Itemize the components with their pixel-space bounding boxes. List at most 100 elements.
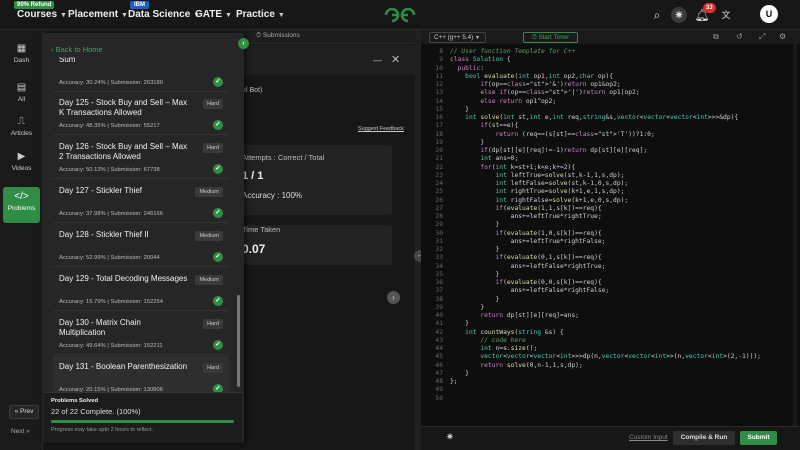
custom-input-link[interactable]: Custom Input: [629, 434, 668, 441]
code-line[interactable]: 43 // code here: [421, 337, 800, 345]
start-timer-button[interactable]: ⏱ Start Timer: [523, 32, 578, 43]
code-line[interactable]: 37 ans+=leftFalse*rightFalse;: [421, 287, 800, 295]
code-line[interactable]: 35 }: [421, 271, 800, 279]
code-line[interactable]: 34 ans+=leftFalse*rightTrue;: [421, 263, 800, 271]
search-icon[interactable]: ⌕: [649, 7, 665, 23]
code-line[interactable]: 41 }: [421, 320, 800, 328]
code-line[interactable]: 36 if(evaluate(0,0,s[k])==req){: [421, 279, 800, 287]
compile-run-button[interactable]: Compile & Run: [673, 431, 735, 445]
sidebar-item-problems[interactable]: </> Problems: [3, 187, 40, 223]
fullscreen-icon[interactable]: ⤢: [759, 32, 765, 42]
settings-icon[interactable]: ⚙: [779, 32, 786, 41]
gfg-logo-icon[interactable]: [383, 5, 417, 25]
code-line[interactable]: 9 class Solution {: [421, 56, 800, 64]
line-number: 27: [435, 204, 443, 212]
drawer-scrollbar[interactable]: [237, 295, 240, 387]
problem-list-item[interactable]: Day 127 - Stickler Thief Medium Accuracy: …: [53, 180, 229, 223]
code-line[interactable]: 18 return (req==(s[st]==class="st">'T'))…: [421, 131, 800, 139]
code-line[interactable]: 24 int leftFalse=solve(st,k-1,0,s,dp);: [421, 180, 800, 188]
code-line[interactable]: 40 return dp[st][e][req]=ans;: [421, 312, 800, 320]
code-line[interactable]: 42 int countWays(string &s) {: [421, 329, 800, 337]
solved-title: Problems Solved: [51, 398, 99, 404]
avatar[interactable]: U: [760, 5, 778, 23]
settings-gear-icon[interactable]: ✷: [444, 432, 456, 444]
code-line[interactable]: 12 if(op==class="st">'&')return op1&op2;: [421, 81, 800, 89]
code-line[interactable]: 39 }: [421, 304, 800, 312]
code-text: ans+=leftFalse*rightFalse;: [450, 287, 610, 295]
code-text: }: [450, 221, 500, 229]
code-line[interactable]: 23 int leftTrue=solve(st,k-1,1,s,dp);: [421, 172, 800, 180]
code-line[interactable]: 26 int rightFalse=solve(k+1,e,0,s,dp);: [421, 197, 800, 205]
code-line[interactable]: 45 vector<vector<vector<int>>>dp(n,vecto…: [421, 353, 800, 361]
collapse-drawer-icon[interactable]: ‹: [238, 38, 249, 49]
code-line[interactable]: 13 else if(op==class="st">'|')return op1…: [421, 89, 800, 97]
code-line[interactable]: 8 // User function Template for C++: [421, 48, 800, 56]
sidebar-item-dash[interactable]: ▦ Dash: [3, 43, 40, 73]
problem-list-item[interactable]: Day 130 - Matrix Chain Multiplication Har…: [53, 312, 229, 355]
language-select[interactable]: C++ (g++ 5.4) ▼: [429, 32, 486, 43]
code-line[interactable]: 33 if(evaluate(0,1,s[k])==req){: [421, 254, 800, 262]
editor-scrollbar[interactable]: [793, 44, 797, 426]
code-line[interactable]: 46 return solve(0,n-1,1,s,dp);: [421, 362, 800, 370]
notification-count-badge: 33: [703, 3, 716, 13]
code-line[interactable]: 49: [421, 386, 800, 394]
sidebar-item-videos[interactable]: ▶ Videos: [3, 151, 40, 181]
problem-list-item[interactable]: Day 125 - Stock Buy and Sell – Max K Tra…: [53, 92, 229, 135]
nav-placement[interactable]: Placement ▼: [68, 9, 128, 20]
code-line[interactable]: 19 }: [421, 139, 800, 147]
code-line[interactable]: 38 }: [421, 296, 800, 304]
code-line[interactable]: 22 for(int k=st+1;k<e;k+=2){: [421, 164, 800, 172]
code-line[interactable]: 50: [421, 395, 800, 403]
code-line[interactable]: 30 if(evaluate(1,0,s[k])==req){: [421, 230, 800, 238]
translate-icon[interactable]: 文: [718, 7, 734, 23]
nav-gate[interactable]: GATE ▼: [195, 9, 232, 20]
problem-list-item[interactable]: Sum Accuracy: 30.24% | Submission: 263180…: [53, 57, 229, 92]
submit-button[interactable]: Submit: [740, 431, 777, 445]
close-icon[interactable]: ✕: [391, 53, 400, 66]
code-line[interactable]: 15 }: [421, 106, 800, 114]
sidebar-item-all[interactable]: ▤ All: [3, 82, 40, 112]
line-number: 35: [435, 270, 443, 278]
tab-submissions[interactable]: ⏱ Submissions: [256, 32, 300, 40]
suggest-feedback-link[interactable]: Suggest Feedback: [358, 126, 404, 132]
code-line[interactable]: 44 int n=s.size();: [421, 345, 800, 353]
code-line[interactable]: 16 int solve(int st,int e,int req,string…: [421, 114, 800, 122]
back-to-home-link[interactable]: ‹ Back to Home: [51, 45, 103, 54]
code-line[interactable]: 20 if(dp[st][e][req]!=-1)return dp[st][e…: [421, 147, 800, 155]
reset-icon[interactable]: ↺: [736, 32, 743, 41]
code-line[interactable]: 17 if(st==e){: [421, 122, 800, 130]
minimize-icon[interactable]: —: [373, 55, 382, 65]
nav-data-science[interactable]: Data Science ▼: [128, 9, 200, 20]
code-line[interactable]: 11 bool evaluate(int op1,int op2,char op…: [421, 73, 800, 81]
code-line[interactable]: 32 }: [421, 246, 800, 254]
problem-list-item[interactable]: Day 129 - Total Decoding Messages Medium A…: [53, 268, 229, 311]
code-line[interactable]: 47 }: [421, 370, 800, 378]
code-line[interactable]: 25 int rightTrue=solve(k+1,e,1,s,dp);: [421, 188, 800, 196]
line-number: 20: [435, 147, 443, 154]
chevron-right-icon[interactable]: ›: [387, 291, 400, 304]
line-number: 26: [435, 196, 443, 204]
copy-icon[interactable]: ⧉: [713, 32, 719, 42]
code-editor[interactable]: 8 // User function Template for C++ 9 class…: [421, 44, 800, 426]
theme-toggle-icon[interactable]: ✷: [671, 7, 687, 23]
line-number: 23: [435, 171, 443, 179]
difficulty-badge: Hard: [203, 319, 223, 329]
code-line[interactable]: 48};: [421, 378, 800, 386]
code-line[interactable]: 28 ans+=leftTrue*rightTrue;: [421, 213, 800, 221]
code-line[interactable]: 10 public:: [421, 65, 800, 73]
problem-list-item[interactable]: Day 126 - Stock Buy and Sell – Max 2 Tra…: [53, 136, 229, 179]
code-line[interactable]: 29 }: [421, 221, 800, 229]
sidebar-item-articles[interactable]: ⎍ Articles: [3, 116, 40, 146]
code-line[interactable]: 31 ans+=leftTrue*rightFalse;: [421, 238, 800, 246]
code-line[interactable]: 14 else return op1^op2;: [421, 98, 800, 106]
code-line[interactable]: 27 if(evaluate(1,1,s[k])==req){: [421, 205, 800, 213]
nav-courses[interactable]: Courses ▼: [17, 9, 67, 20]
line-number: 8: [439, 48, 443, 55]
next-button[interactable]: Next »: [11, 428, 30, 435]
problem-list-item[interactable]: Day 128 - Stickler Thief II Medium Accurac…: [53, 224, 229, 267]
code-line[interactable]: 21 int ans=0;: [421, 155, 800, 163]
nav-practice[interactable]: Practice ▼: [236, 9, 285, 20]
chevron-down-icon: ▼: [225, 12, 232, 19]
line-number: 12: [435, 81, 443, 88]
prev-button[interactable]: « Prev: [9, 405, 39, 419]
